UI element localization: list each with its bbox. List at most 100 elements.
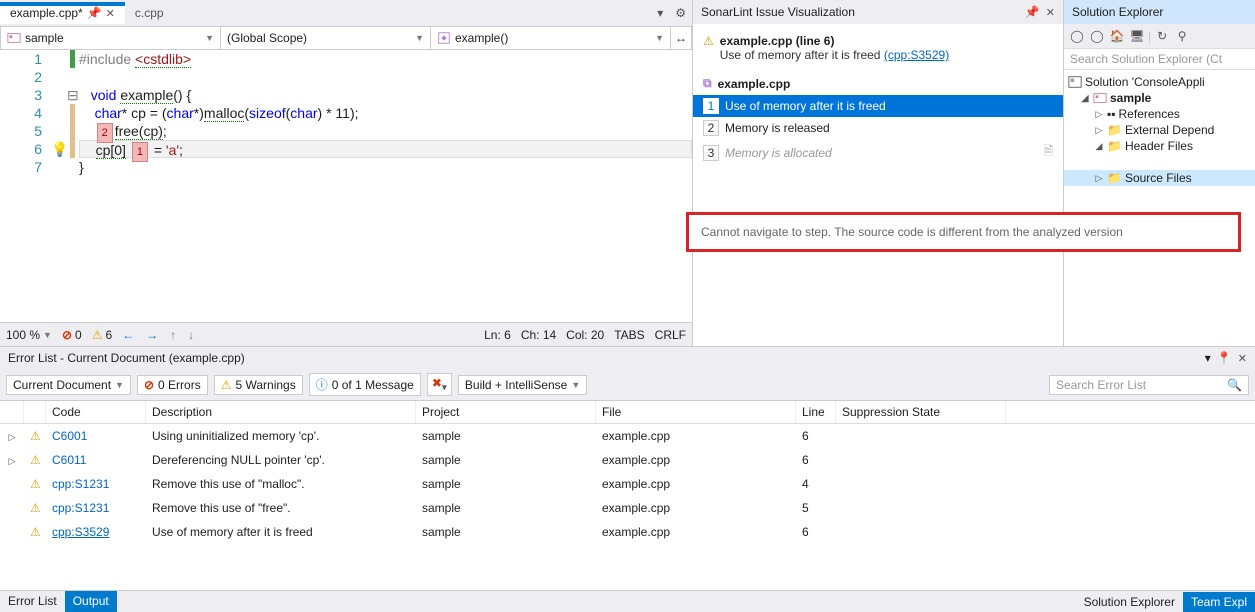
warning-count[interactable]: ⚠6 [92, 328, 112, 342]
solution-node[interactable]: Solution 'ConsoleAppli [1064, 74, 1255, 90]
output-tab[interactable]: Output [65, 591, 117, 612]
external-deps-node[interactable]: ▷ 📁 External Depend [1064, 122, 1255, 138]
error-line: 6 [796, 523, 836, 541]
col-file[interactable]: File [596, 401, 796, 423]
step-2[interactable]: 2 Memory is released [693, 117, 1063, 139]
solution-explorer-tab[interactable]: Solution Explorer [1076, 592, 1183, 612]
close-icon[interactable]: ✕ [1238, 352, 1247, 365]
references-node[interactable]: ▷ ▪▪ References [1064, 106, 1255, 122]
errors-filter-button[interactable]: ⊘ 0 Errors [137, 375, 208, 395]
table-row[interactable]: ▷⚠C6011Dereferencing NULL pointer 'cp'.s… [0, 448, 1255, 472]
scope-combo[interactable]: (Global Scope) ▼ [221, 27, 431, 49]
table-row[interactable]: ⚠cpp:S1231Remove this use of "malloc".sa… [0, 472, 1255, 496]
collapse-icon[interactable]: ◢ [1080, 93, 1090, 104]
tab-example-cpp[interactable]: example.cpp* 📌 ✕ [0, 2, 125, 24]
outline-collapse-icon[interactable]: ⊟ [67, 87, 79, 103]
close-icon[interactable]: ✕ [1046, 6, 1055, 19]
step-1[interactable]: 1 Use of memory after it is freed [693, 95, 1063, 117]
nav-back-icon[interactable]: ← [122, 328, 134, 342]
expand-icon[interactable]: ▷ [1094, 173, 1104, 184]
scope-combo[interactable]: Current Document▼ [6, 375, 131, 395]
collapse-icon[interactable]: ◢ [1094, 141, 1104, 152]
solution-search[interactable]: Search Solution Explorer (Ct [1064, 49, 1255, 70]
error-search[interactable]: Search Error List 🔍 [1049, 375, 1249, 395]
rule-link[interactable]: (cpp:S3529) [884, 48, 949, 62]
team-explorer-tab[interactable]: Team Expl [1183, 592, 1255, 612]
error-file: example.cpp [596, 451, 796, 469]
table-row[interactable]: ⚠cpp:S3529Use of memory after it is free… [0, 520, 1255, 544]
error-project: sample [416, 499, 596, 517]
tab-c-cpp[interactable]: c.cpp [125, 2, 174, 24]
fwd-icon[interactable]: ◯ [1088, 27, 1106, 45]
home-icon[interactable]: 🏠 [1108, 27, 1126, 45]
header-files-node[interactable]: ◢ 📁 Header Files [1064, 138, 1255, 154]
table-row[interactable]: ⚠cpp:S1231Remove this use of "free".samp… [0, 496, 1255, 520]
error-line: 6 [796, 451, 836, 469]
pin-icon[interactable]: 📍 [1217, 351, 1232, 365]
eol-mode[interactable]: CRLF [655, 328, 686, 342]
different-file-icon: 🗎 [1043, 142, 1053, 163]
solution-toolbar: ◯ ◯ 🏠 🖥 | ↻ ⚲ [1064, 24, 1255, 49]
step-label: Memory is released [725, 121, 1053, 135]
table-row[interactable]: ▷⚠C6001Using uninitialized memory 'cp'.s… [0, 424, 1255, 448]
warning-icon: ⚠ [30, 429, 41, 443]
zoom-combo[interactable]: 100 % ▼ [6, 328, 52, 342]
cpp-icon: ⧉ [703, 76, 712, 91]
filter-icon[interactable]: ⚲ [1173, 27, 1191, 45]
project-node[interactable]: ◢ sample [1064, 90, 1255, 106]
error-line: 6 [796, 427, 836, 445]
source-files-node[interactable]: ▷ 📁 Source Files [1064, 170, 1255, 186]
nav-arrows[interactable]: ← → ↑ ↓ [122, 328, 194, 342]
code-editor[interactable]: 1234567 💡 #include <cstdlib> ⊟void examp… [0, 50, 692, 322]
error-count[interactable]: ⊘0 [62, 328, 82, 342]
source-combo[interactable]: Build + IntelliSense▼ [458, 375, 587, 395]
nav-up-icon[interactable]: ↑ [170, 328, 176, 342]
clear-filter-button[interactable]: ✖▾ [427, 373, 452, 396]
close-icon[interactable]: ✕ [106, 7, 115, 20]
window-dropdown-icon[interactable]: ▾ [1205, 351, 1211, 365]
combo-label: sample [25, 31, 64, 45]
error-project: sample [416, 427, 596, 445]
refresh-icon[interactable]: ↻ [1153, 27, 1171, 45]
cursor-ch: Ch: 14 [521, 328, 556, 342]
error-code-link[interactable]: cpp:S1231 [52, 477, 109, 491]
expand-icon[interactable]: ▷ [1094, 109, 1104, 120]
back-icon[interactable]: ◯ [1068, 27, 1086, 45]
col-desc[interactable]: Description [146, 401, 416, 423]
bottom-tabstrip: Error List Output [0, 590, 1255, 612]
pin-icon[interactable]: 📌 [87, 6, 102, 20]
step-3[interactable]: 3 Memory is allocated 🗎 [693, 139, 1063, 166]
warnings-filter-button[interactable]: ⚠ 5 Warnings [214, 375, 303, 395]
gear-icon[interactable]: ⚙ [669, 6, 692, 20]
error-code-link[interactable]: cpp:S3529 [52, 525, 109, 539]
messages-filter-button[interactable]: ⓘ 0 of 1 Message [309, 373, 421, 396]
error-list-tab[interactable]: Error List [0, 591, 65, 612]
col-code[interactable]: Code [46, 401, 146, 423]
error-line: 4 [796, 475, 836, 493]
error-file: example.cpp [596, 427, 796, 445]
col-project[interactable]: Project [416, 401, 596, 423]
tab-overflow-button[interactable]: ▾ [651, 6, 669, 20]
code-lines[interactable]: #include <cstdlib> ⊟void example() { cha… [75, 50, 692, 322]
step-badge-2[interactable]: 2 [97, 123, 113, 143]
split-button[interactable]: ↔ [671, 27, 691, 49]
pin-icon[interactable]: 📌 [1025, 5, 1040, 19]
step-badge-1[interactable]: 1 [132, 142, 148, 162]
error-code-link[interactable]: C6001 [52, 429, 87, 443]
switch-views-icon[interactable]: 🖥 [1128, 27, 1146, 45]
nav-down-icon[interactable]: ↓ [188, 328, 194, 342]
member-combo[interactable]: example() ▼ [431, 27, 671, 49]
expand-icon[interactable]: ▷ [1094, 125, 1104, 136]
lightbulb-icon[interactable]: 💡 [50, 140, 70, 158]
expand-icon[interactable]: ▷ [9, 432, 16, 442]
nav-fwd-icon[interactable]: → [146, 328, 158, 342]
project-combo[interactable]: sample ▼ [1, 27, 221, 49]
col-suppression[interactable]: Suppression State [836, 401, 1006, 423]
col-line[interactable]: Line [796, 401, 836, 423]
error-code-link[interactable]: cpp:S1231 [52, 501, 109, 515]
clear-filter-icon: ✖▾ [432, 376, 447, 393]
folder-icon: 📁 [1107, 123, 1122, 137]
expand-icon[interactable]: ▷ [9, 456, 16, 466]
indent-mode[interactable]: TABS [614, 328, 644, 342]
error-code-link[interactable]: C6011 [52, 453, 86, 467]
